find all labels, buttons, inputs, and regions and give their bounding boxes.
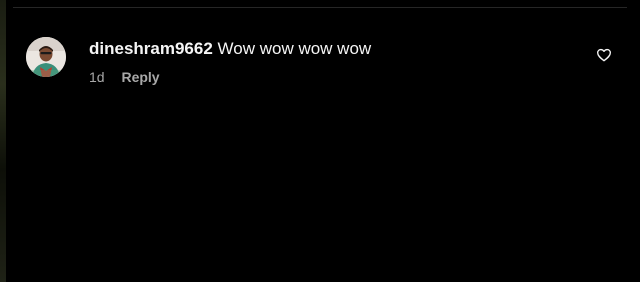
comment-line: dineshram9662 Wow wow wow wow (89, 37, 569, 61)
background-image-edge (0, 0, 6, 282)
comment-meta: 1d Reply (89, 68, 569, 86)
heart-outline-icon[interactable] (596, 47, 612, 63)
comment-username[interactable]: dineshram9662 (89, 39, 213, 58)
reply-button[interactable]: Reply (121, 69, 159, 85)
comment-item: dineshram9662 Wow wow wow wow 1d Reply (26, 37, 626, 97)
divider (13, 7, 627, 8)
avatar[interactable] (26, 37, 66, 77)
avatar-image (26, 37, 66, 77)
comment-timestamp[interactable]: 1d (89, 69, 105, 85)
comment-body: dineshram9662 Wow wow wow wow 1d Reply (89, 37, 569, 86)
comment-text: Wow wow wow wow (217, 39, 372, 58)
comment-panel: dineshram9662 Wow wow wow wow 1d Reply (0, 0, 640, 282)
